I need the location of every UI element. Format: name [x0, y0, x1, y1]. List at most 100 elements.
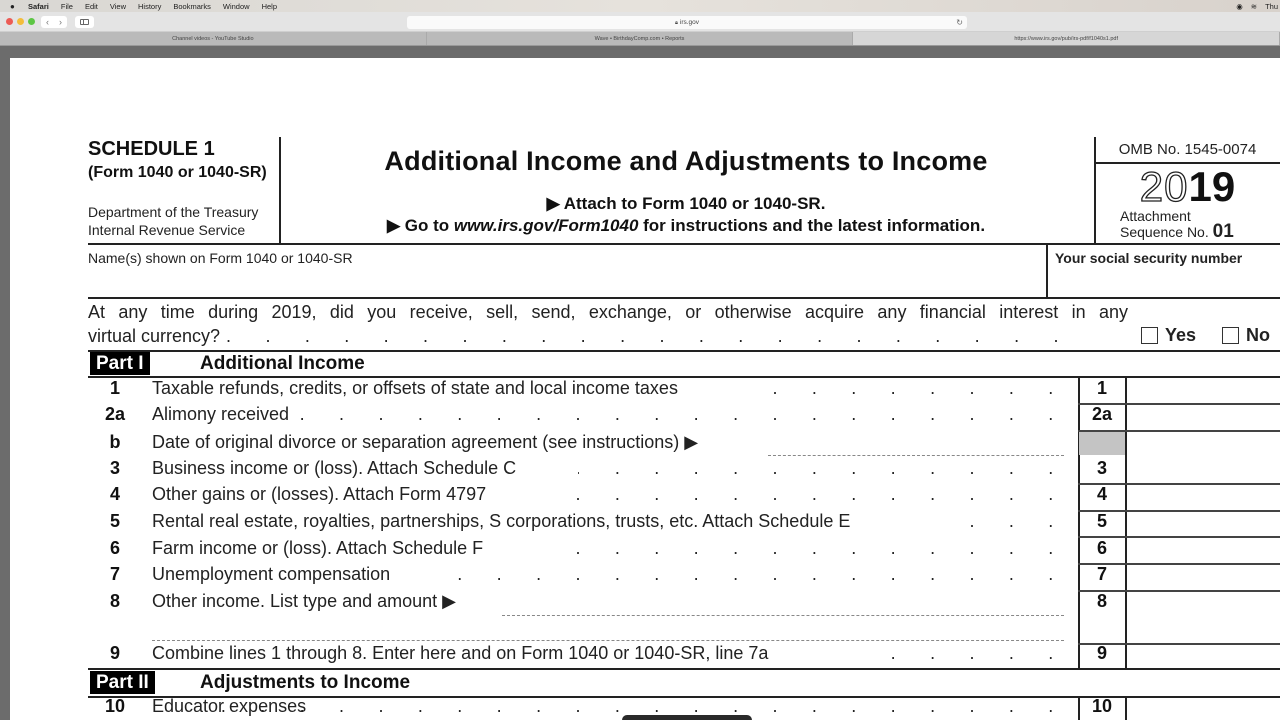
yes-checkbox[interactable] — [1141, 327, 1158, 344]
line-description: Alimony received — [152, 404, 290, 424]
tax-year: 2019 — [1139, 163, 1236, 210]
menu-edit[interactable]: Edit — [85, 2, 98, 11]
line-box-label: 5 — [1096, 511, 1107, 531]
clock[interactable]: Thu — [1265, 2, 1278, 11]
line-number: 4 — [109, 484, 120, 504]
tab-wave-reports[interactable]: Wave • BirthdayComp.com • Reports — [426, 32, 854, 45]
line-box-label: 4 — [1096, 484, 1107, 504]
leader-dots: . . . . . . . . . . . . . . . . . . . . … — [578, 458, 1068, 478]
line-number: 1 — [109, 378, 120, 398]
pdf-page: SCHEDULE 1 (Form 1040 or 1040-SR) Depart… — [10, 58, 1280, 720]
part1-top-rule — [88, 350, 1280, 352]
leader-dots: . . . . . . . . . . . . . . . . . . . . … — [558, 484, 1068, 504]
line-description: Farm income or (loss). Attach Schedule F — [152, 538, 484, 558]
part1-title: Additional Income — [200, 353, 365, 374]
macos-menubar: ● Safari File Edit View History Bookmark… — [0, 0, 1280, 12]
line-description: Date of original divorce or separation a… — [152, 432, 699, 452]
shaded-box-2b — [1079, 430, 1125, 455]
amount-input-line-4[interactable] — [1127, 483, 1280, 508]
ssn-input[interactable] — [1048, 270, 1280, 296]
address-bar[interactable]: 🔒︎ irs.gov ↻ — [407, 15, 967, 29]
tab-bar: Channel videos - YouTube Studio Wave • B… — [0, 32, 1280, 46]
lock-icon: 🔒︎ — [674, 19, 678, 26]
menu-safari[interactable]: Safari — [28, 2, 49, 11]
amount-input-line-9[interactable] — [1127, 642, 1280, 667]
forward-button[interactable]: › — [54, 16, 67, 28]
names-bottom-rule — [88, 297, 1280, 299]
names-field-label: Name(s) shown on Form 1040 or 1040-SR — [88, 250, 353, 266]
amount-input-line-5[interactable] — [1127, 510, 1280, 535]
omb-number: OMB No. 1545-0074 — [1118, 141, 1257, 158]
leader-dots: . . . . . . . . . . . . . . . . . . . . … — [768, 378, 1068, 398]
line-number: 10 — [104, 696, 126, 716]
reload-icon[interactable]: ↻ — [956, 16, 963, 29]
irs-label: Internal Revenue Service — [88, 222, 246, 238]
other-income-type-input-2[interactable] — [152, 640, 1064, 641]
amount-input-line-7[interactable] — [1127, 563, 1280, 588]
leader-dots: . . . . . . . . . . . . . . . . . . . . … — [858, 643, 1068, 663]
line-number: 3 — [109, 458, 120, 478]
other-income-type-input[interactable] — [502, 615, 1064, 616]
goto-instruction: ▶ Go to www.irs.gov/Form1040 for instruc… — [386, 216, 986, 235]
amount-input-line-1[interactable] — [1127, 377, 1280, 402]
zoom-window-button[interactable] — [28, 18, 35, 25]
form-title: Additional Income and Adjustments to Inc… — [384, 146, 988, 176]
part2-top-rule — [88, 668, 1280, 670]
apple-menu-icon[interactable]: ● — [10, 2, 20, 11]
menu-window[interactable]: Window — [223, 2, 250, 11]
form-reference: (Form 1040 or 1040-SR) — [88, 164, 267, 181]
amount-input-line-8[interactable] — [1127, 590, 1280, 615]
line-number: 7 — [109, 564, 120, 584]
line-box-label: 3 — [1096, 458, 1107, 478]
pdf-page-indicator[interactable] — [622, 715, 752, 720]
menu-view[interactable]: View — [110, 2, 126, 11]
amount-input-line-10[interactable] — [1127, 695, 1280, 720]
menu-history[interactable]: History — [138, 2, 161, 11]
line-number: 5 — [109, 511, 120, 531]
virtual-currency-yes[interactable]: Yes — [1141, 325, 1196, 346]
part2-title: Adjustments to Income — [200, 672, 411, 693]
browser-toolbar: ‹ › 🔒︎ irs.gov ↻ — [0, 12, 1280, 32]
divorce-date-input[interactable] — [768, 455, 1064, 456]
line-description: Other income. List type and amount ▶ — [152, 591, 456, 611]
sidebar-toggle-button[interactable] — [75, 16, 94, 28]
virtual-currency-no[interactable]: No — [1222, 325, 1270, 346]
line-box-label: 9 — [1096, 643, 1107, 663]
line-box-label: 6 — [1096, 538, 1107, 558]
names-input[interactable] — [88, 268, 1046, 294]
amount-input-line-6[interactable] — [1127, 537, 1280, 562]
menu-file[interactable]: File — [61, 2, 73, 11]
schedule-label: SCHEDULE 1 — [88, 138, 215, 160]
minimize-window-button[interactable] — [17, 18, 24, 25]
part2-bottom-rule — [88, 696, 1280, 698]
attachment-sequence: Attachment Sequence No. 01 — [1120, 208, 1234, 242]
leader-dots: . . . . . . . . . . . . . . . . . . . . … — [548, 538, 1068, 558]
line-description: Rental real estate, royalties, partnersh… — [152, 511, 851, 531]
tab-irs-pdf[interactable]: https://www.irs.gov/pub/irs-pdf/f1040s1.… — [853, 32, 1280, 45]
line-description: Other gains or (losses). Attach Form 479… — [152, 484, 487, 504]
irs-url-link[interactable]: www.irs.gov/Form1040 — [454, 216, 639, 235]
amount-input-line-2a[interactable] — [1127, 403, 1280, 428]
record-icon[interactable]: ◉ — [1236, 2, 1243, 11]
close-window-button[interactable] — [6, 18, 13, 25]
part1-tag: Part I — [90, 352, 150, 375]
line-number: 2a — [104, 404, 126, 424]
wifi-icon[interactable]: ≋ — [1251, 2, 1257, 11]
sidebar-icon — [80, 19, 89, 25]
back-button[interactable]: ‹ — [41, 16, 54, 28]
line-box-label: 7 — [1096, 564, 1107, 584]
line-number: 6 — [109, 538, 120, 558]
line-number: 8 — [109, 591, 120, 611]
virtual-currency-question: At any time during 2019, did you receive… — [88, 302, 1128, 322]
menu-help[interactable]: Help — [262, 2, 277, 11]
no-checkbox[interactable] — [1222, 327, 1239, 344]
line-box-label: 1 — [1096, 378, 1107, 398]
virtual-currency-question-cont: virtual currency?. . . . . . . . . . . .… — [88, 326, 1086, 346]
amount-input-line-3[interactable] — [1127, 457, 1280, 482]
line-box-label: 8 — [1096, 591, 1107, 611]
ssn-field-label: Your social security number — [1055, 250, 1243, 266]
tab-youtube-studio[interactable]: Channel videos - YouTube Studio — [0, 32, 427, 45]
line-number: b — [109, 432, 121, 452]
line-description: Taxable refunds, credits, or offsets of … — [152, 378, 678, 398]
menu-bookmarks[interactable]: Bookmarks — [173, 2, 211, 11]
